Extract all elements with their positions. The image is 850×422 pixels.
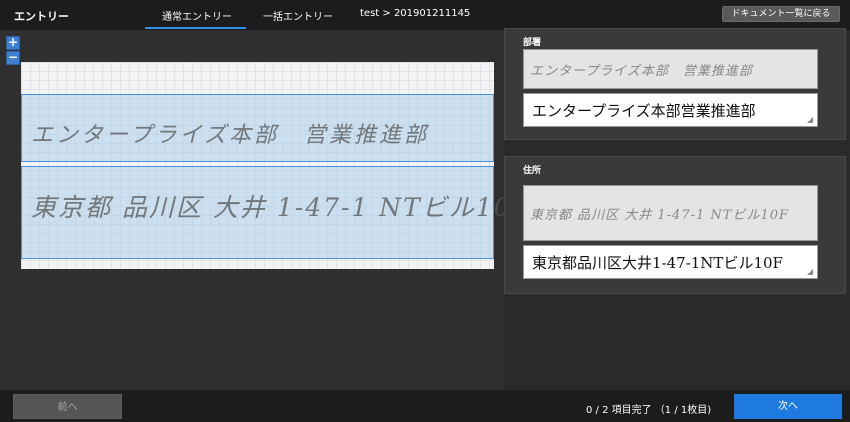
field-card-department: 部署 エンタープライズ本部 営業推進部 エンタープライズ本部営業推進部 ◢ bbox=[504, 28, 846, 140]
active-tab-indicator bbox=[145, 27, 246, 29]
tab-normal-entry[interactable]: 通常エントリー bbox=[162, 8, 232, 23]
back-to-document-list-button[interactable]: ドキュメント一覧に戻る bbox=[722, 6, 840, 22]
tab-bulk-entry[interactable]: 一括エントリー bbox=[263, 8, 333, 23]
zoom-in-icon[interactable]: + bbox=[6, 36, 20, 50]
prev-button[interactable]: 前へ bbox=[13, 394, 122, 419]
progress-status: 0 / 2 項目完了 （1 / 1枚目) bbox=[586, 405, 712, 416]
resize-grip-icon[interactable]: ◢ bbox=[807, 116, 815, 124]
header-bar: エントリー 通常エントリー 一括エントリー test > 20190121114… bbox=[0, 0, 850, 30]
field-card-address: 住所 東京都 品川区 大井 1-47-1 NTビル10F 東京都品川区大井1-4… bbox=[504, 156, 846, 294]
field-label-department: 部署 bbox=[523, 38, 542, 48]
address-input-value: 東京都品川区大井1-47-1NTビル10F bbox=[532, 254, 783, 272]
scanned-document-image: エンタープライズ本部 営業推進部 東京都 品川区 大井 1-47-1 NTビル1… bbox=[21, 62, 529, 269]
entry-form-panel: 部署 エンタープライズ本部 営業推進部 エンタープライズ本部営業推進部 ◢ 住所… bbox=[504, 28, 850, 390]
next-button[interactable]: 次へ bbox=[734, 394, 842, 419]
field-crop-text-address: 東京都 品川区 大井 1-47-1 NTビル10F bbox=[530, 208, 790, 223]
handwriting-line-1: エンタープライズ本部 営業推進部 bbox=[31, 123, 430, 148]
department-input[interactable]: エンタープライズ本部営業推進部 ◢ bbox=[523, 93, 818, 127]
handwriting-line-2: 東京都 品川区 大井 1-47-1 NTビル10F bbox=[31, 193, 532, 222]
field-crop-image-department: エンタープライズ本部 営業推進部 bbox=[523, 49, 818, 89]
field-crop-text-department: エンタープライズ本部 営業推進部 bbox=[530, 64, 753, 79]
zoom-out-icon[interactable]: − bbox=[6, 51, 20, 65]
resize-grip-icon[interactable]: ◢ bbox=[807, 268, 815, 276]
department-input-value: エンタープライズ本部営業推進部 bbox=[532, 102, 756, 120]
app-title: エントリー bbox=[14, 10, 69, 23]
footer-bar: 前へ 0 / 2 項目完了 （1 / 1枚目) 次へ bbox=[0, 390, 850, 422]
field-label-address: 住所 bbox=[523, 166, 542, 176]
field-crop-image-address: 東京都 品川区 大井 1-47-1 NTビル10F bbox=[523, 185, 818, 241]
document-viewer: + − エンタープライズ本部 営業推進部 東京都 品川区 大井 1-47-1 N… bbox=[0, 30, 529, 390]
address-input[interactable]: 東京都品川区大井1-47-1NTビル10F ◢ bbox=[523, 245, 818, 279]
breadcrumb: test > 201901211145 bbox=[360, 8, 471, 19]
